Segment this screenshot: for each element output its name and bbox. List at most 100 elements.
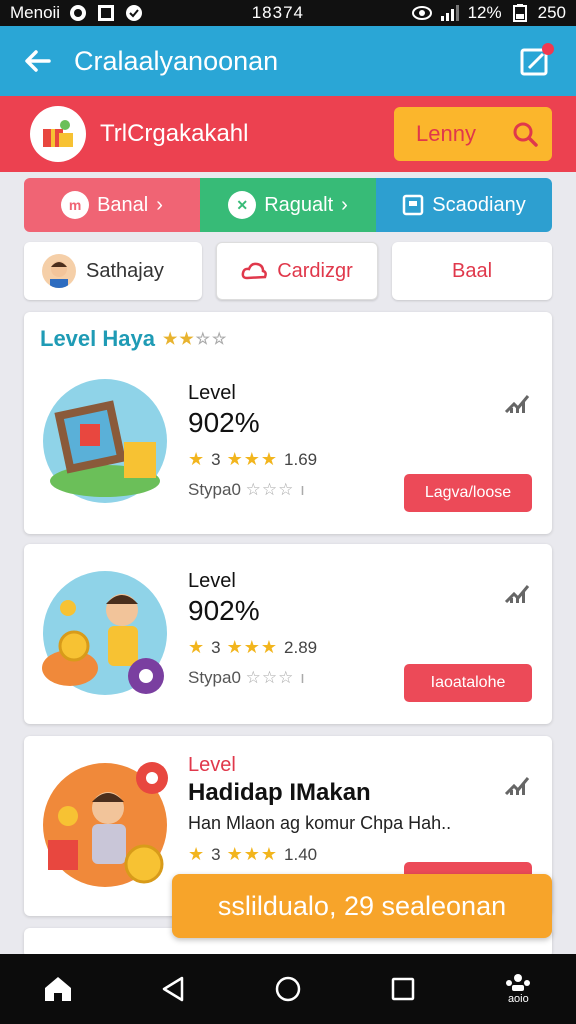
tab-label: Banal: [97, 193, 149, 216]
item-info: Level Hadidap IMakan Han Mlaon ag komur …: [188, 754, 451, 865]
rating-value: 1.40: [284, 844, 318, 864]
status-right-text: 250: [537, 3, 566, 22]
star-rating-icon: ★★☆☆: [162, 331, 229, 348]
nav-circle-home-button[interactable]: [263, 964, 313, 1014]
header-search-button[interactable]: Lenny: [394, 107, 552, 161]
chip-cardizgr[interactable]: Cardizgr: [216, 242, 378, 300]
stars-icon: ★★★: [226, 449, 279, 469]
rating-prefix: 3: [211, 637, 221, 657]
item-description: Han Mlaon ag komur Chpa Hah..: [188, 813, 452, 833]
chip-sathajay[interactable]: Sathajay: [24, 242, 202, 300]
header-title: TrlCrgakakahl: [100, 120, 249, 147]
item-title: Hadidap IMakan: [188, 779, 371, 806]
tab-label: Scaodiany: [432, 193, 526, 216]
square-recent-icon: [391, 977, 415, 1001]
coin-boy-illustration: [40, 568, 170, 698]
chart-signal-icon[interactable]: [504, 392, 530, 414]
battery-icon: [510, 4, 530, 22]
item-subtitle: Level: [188, 754, 236, 776]
item-value: 902%: [188, 595, 260, 626]
item-info: Level 902% ★ 3 ★★★ 2.89 Stypa0 ☆☆☆ ı: [188, 570, 317, 688]
item-subtitle: Level: [188, 382, 236, 404]
header-button-label: Lenny: [416, 121, 476, 146]
stars-icon: ★★★: [226, 637, 279, 657]
star-icon: ★: [188, 844, 206, 864]
carrier-label: Menoii: [10, 3, 61, 22]
picture-frame-illustration: [40, 376, 170, 506]
status-bar: Menoii 18374 12% 250: [0, 0, 576, 26]
meta-text: Stypa0: [188, 668, 241, 687]
empty-stars-icon: ☆☆☆ ı: [245, 480, 306, 499]
meta-text: Stypa0: [188, 480, 241, 499]
chart-signal-icon[interactable]: [504, 774, 530, 796]
arrow-left-icon: [25, 50, 51, 72]
square-icon: [403, 194, 424, 216]
item-action-button[interactable]: Iaoatalohe: [404, 664, 532, 702]
battery-percent: 12%: [467, 3, 502, 22]
nav-home-button[interactable]: [33, 964, 83, 1014]
tab-ragualt[interactable]: ✕ Ragualt ›: [200, 178, 376, 232]
meta-row: Stypa0 ☆☆☆ ı: [188, 480, 317, 500]
chevron-right-icon: ›: [341, 193, 348, 216]
money-man-illustration: [40, 760, 170, 890]
item-value: 902%: [188, 407, 260, 438]
gift-box-icon: [43, 120, 73, 147]
nav-back-button[interactable]: [148, 964, 198, 1014]
filter-chips: Sathajay Cardizgr Baal: [24, 242, 552, 300]
item-action-button[interactable]: Lagva/loose: [404, 474, 532, 512]
search-icon: [513, 122, 538, 147]
app-title: Cralaalyanoonan: [74, 45, 279, 76]
m-circle-icon: m: [61, 191, 90, 219]
chip-baal[interactable]: Baal: [392, 242, 552, 300]
header-bar: TrlCrgakakahl Lenny: [0, 96, 576, 172]
chip-label: Sathajay: [86, 259, 164, 282]
triangle-back-icon: [162, 976, 184, 1002]
rating-value: 2.89: [284, 637, 318, 657]
cloud-icon: [241, 262, 268, 280]
signal-bars-icon: [440, 4, 460, 22]
clock: 18374: [251, 3, 304, 22]
notification-dot: [542, 43, 554, 55]
x-circle-icon: ✕: [228, 191, 257, 219]
rating-prefix: 3: [211, 449, 221, 469]
avatar: [42, 254, 76, 288]
app-logo: [30, 106, 86, 162]
empty-stars-icon: ☆☆☆ ı: [245, 668, 306, 687]
people-icon: [506, 974, 531, 991]
section-title-text: Level Haya: [40, 326, 155, 351]
star-icon: ★: [188, 637, 206, 657]
back-button[interactable]: [18, 41, 58, 81]
item-info: Level 902% ★ 3 ★★★ 1.69 Stypa0 ☆☆☆ ı: [188, 382, 317, 500]
gallery-icon: [96, 4, 116, 22]
circle-home-icon: [275, 976, 301, 1002]
item-subtitle: Level: [188, 570, 236, 592]
eye-icon: [411, 4, 432, 22]
rating-value: 1.69: [284, 449, 318, 469]
shield-icon: [124, 4, 144, 22]
level-card[interactable]: Level Haya ★★☆☆ Level 902% ★ 3 ★★★ 1.69 …: [24, 312, 552, 534]
chip-label: Cardizgr: [277, 259, 353, 282]
tab-scaodiany[interactable]: Scaodiany: [376, 178, 552, 232]
tab-label: Ragualt: [264, 193, 334, 216]
stars-icon: ★★★: [226, 844, 279, 864]
promo-toast[interactable]: sslildualo, 29 sealeonan: [172, 874, 552, 938]
nav-more-button[interactable]: aoio: [493, 964, 543, 1014]
chip-label: Baal: [451, 259, 493, 282]
edit-share-button[interactable]: [514, 39, 558, 83]
chart-signal-icon[interactable]: [504, 582, 530, 604]
rating-prefix: 3: [211, 844, 221, 864]
category-tabs: m Banal › ✕ Ragualt › Scaodiany: [24, 178, 552, 232]
chevron-right-icon: ›: [156, 193, 163, 216]
home-icon: [44, 977, 71, 1001]
level-card[interactable]: Level 902% ★ 3 ★★★ 2.89 Stypa0 ☆☆☆ ı Iao…: [24, 544, 552, 724]
nav-more-label: aoio: [507, 993, 529, 1005]
rating-row: ★ 3 ★★★ 1.69: [188, 449, 317, 470]
rating-row: ★ 3 ★★★ 2.89: [188, 637, 317, 658]
star-icon: ★: [188, 449, 206, 469]
nav-recent-button[interactable]: [378, 964, 428, 1014]
system-nav-bar: aoio: [0, 954, 576, 1024]
notification-icon: [68, 4, 88, 22]
app-bar: Cralaalyanoonan: [0, 26, 576, 96]
meta-row: Stypa0 ☆☆☆ ı: [188, 668, 317, 688]
tab-banal[interactable]: m Banal ›: [24, 178, 200, 232]
